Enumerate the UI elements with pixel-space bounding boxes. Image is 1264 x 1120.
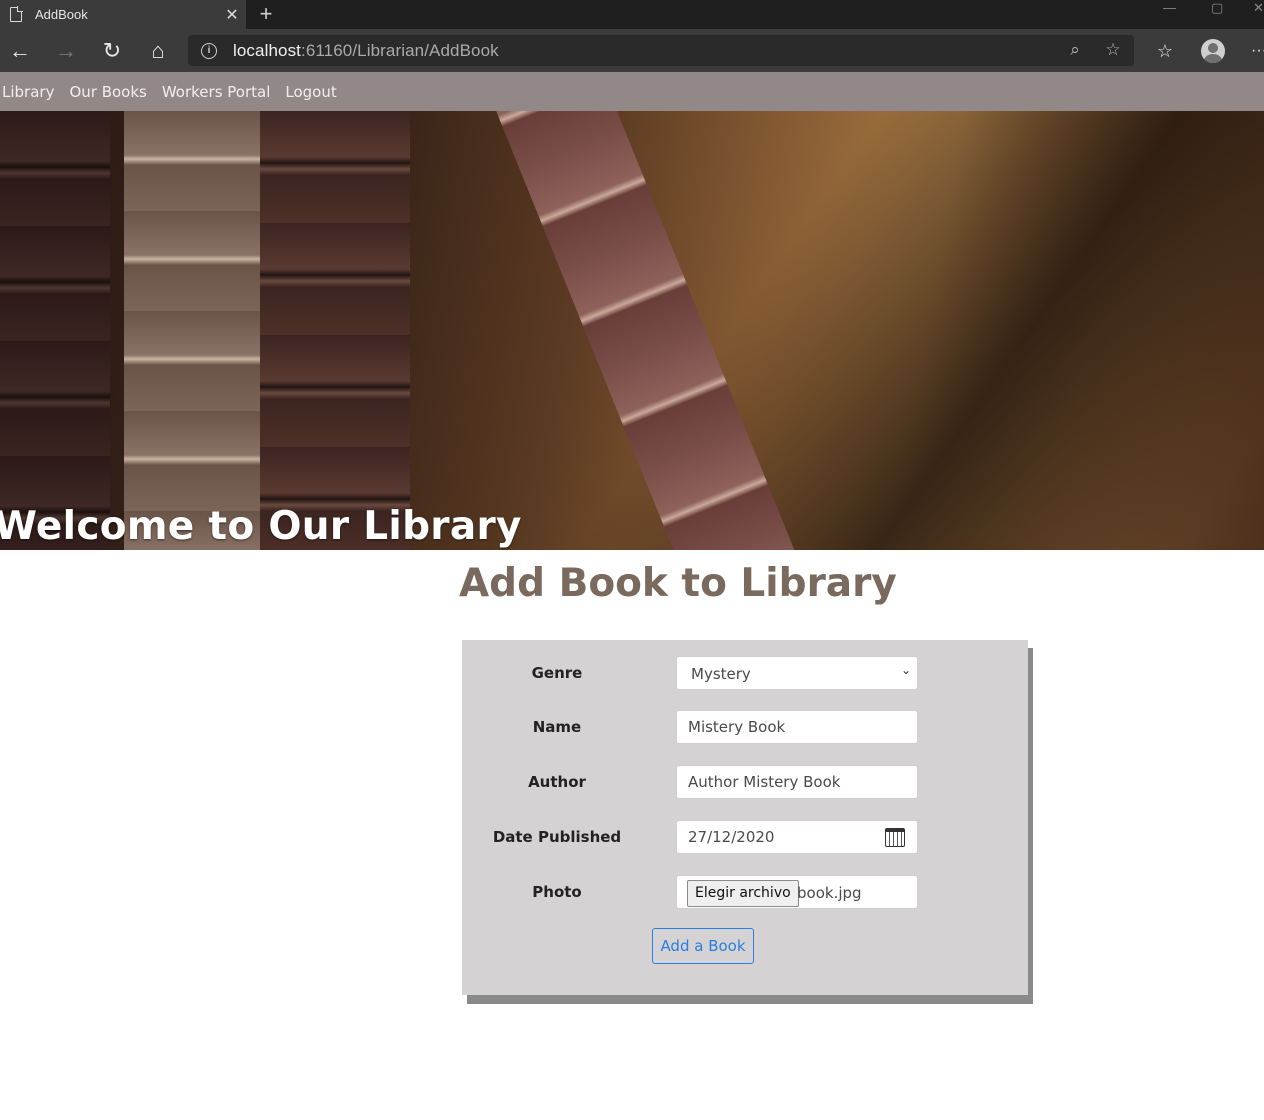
name-label: Name [532, 718, 582, 736]
add-book-form: Genre Mystery ⌄ Name Mistery Book Author… [462, 640, 1028, 995]
close-tab-icon[interactable]: ✕ [218, 5, 246, 25]
more-menu-icon[interactable]: ··· [1246, 38, 1264, 64]
name-input[interactable]: Mistery Book [676, 710, 918, 744]
nav-library[interactable]: Library [2, 83, 54, 101]
close-window-icon[interactable]: ✕ [1253, 0, 1264, 15]
photo-file-input: Elegir archivo book.jpg [676, 875, 918, 909]
choose-file-button[interactable]: Elegir archivo [687, 880, 799, 907]
url-path: :61160/Librarian/AddBook [301, 40, 499, 60]
forward-arrow-icon[interactable]: → [53, 38, 79, 64]
browser-tab-strip: AddBook ✕ + — ▢ ✕ [0, 0, 1264, 29]
site-info-icon[interactable]: i [201, 42, 217, 59]
date-value: 27/12/2020 [688, 828, 775, 846]
nav-logout[interactable]: Logout [285, 83, 336, 101]
book-spine [260, 111, 410, 550]
profile-avatar[interactable] [1201, 39, 1225, 63]
hero-banner: Welcome to Our Library [0, 111, 1264, 550]
page-icon [10, 6, 23, 22]
author-label: Author [528, 773, 586, 791]
minimize-icon[interactable]: — [1163, 0, 1176, 15]
chevron-down-icon: ⌄ [900, 663, 911, 677]
nav-our-books[interactable]: Our Books [69, 83, 146, 101]
url-host: localhost [233, 40, 301, 60]
browser-toolbar: ← → ↻ ⌂ i localhost:61160/Librarian/AddB… [0, 29, 1264, 72]
date-published-input[interactable]: 27/12/2020 [676, 820, 918, 854]
photo-row: Photo Elegir archivo book.jpg [462, 875, 1028, 909]
site-navbar: Library Our Books Workers Portal Logout [0, 72, 1264, 111]
genre-selected-value: Mystery [691, 665, 751, 683]
book-spine [124, 111, 260, 550]
genre-row: Genre Mystery ⌄ [462, 656, 1028, 690]
genre-label: Genre [531, 664, 583, 682]
maximize-icon[interactable]: ▢ [1211, 0, 1223, 15]
tab-title: AddBook [35, 7, 88, 22]
name-row: Name Mistery Book [462, 710, 1028, 744]
photo-label: Photo [532, 883, 582, 901]
new-tab-icon[interactable]: + [255, 2, 277, 26]
book-spine [0, 111, 110, 550]
hero-title: Welcome to Our Library [0, 504, 522, 549]
date-published-label: Date Published [492, 828, 622, 846]
back-arrow-icon[interactable]: ← [7, 38, 33, 64]
url-text: localhost:61160/Librarian/AddBook [233, 41, 499, 61]
page-title: Add Book to Library [459, 561, 897, 606]
nav-workers-portal[interactable]: Workers Portal [162, 83, 271, 101]
home-icon[interactable]: ⌂ [145, 38, 171, 64]
genre-select[interactable]: Mystery ⌄ [676, 656, 918, 690]
favorites-list-icon[interactable]: ☆ [1152, 38, 1178, 64]
add-book-button[interactable]: Add a Book [652, 928, 754, 964]
favorite-star-icon[interactable]: ☆ [1102, 39, 1124, 61]
zoom-icon[interactable]: ⌕ [1064, 39, 1086, 61]
browser-tab[interactable]: AddBook ✕ [0, 0, 246, 29]
selected-file-name: book.jpg [797, 884, 862, 902]
calendar-icon[interactable] [885, 828, 905, 847]
refresh-icon[interactable]: ↻ [99, 38, 125, 64]
author-input[interactable]: Author Mistery Book [676, 765, 918, 799]
date-row: Date Published 27/12/2020 [462, 820, 1028, 854]
address-bar[interactable]: i localhost:61160/Librarian/AddBook ⌕ ☆ [188, 35, 1134, 66]
author-row: Author Author Mistery Book [462, 765, 1028, 799]
